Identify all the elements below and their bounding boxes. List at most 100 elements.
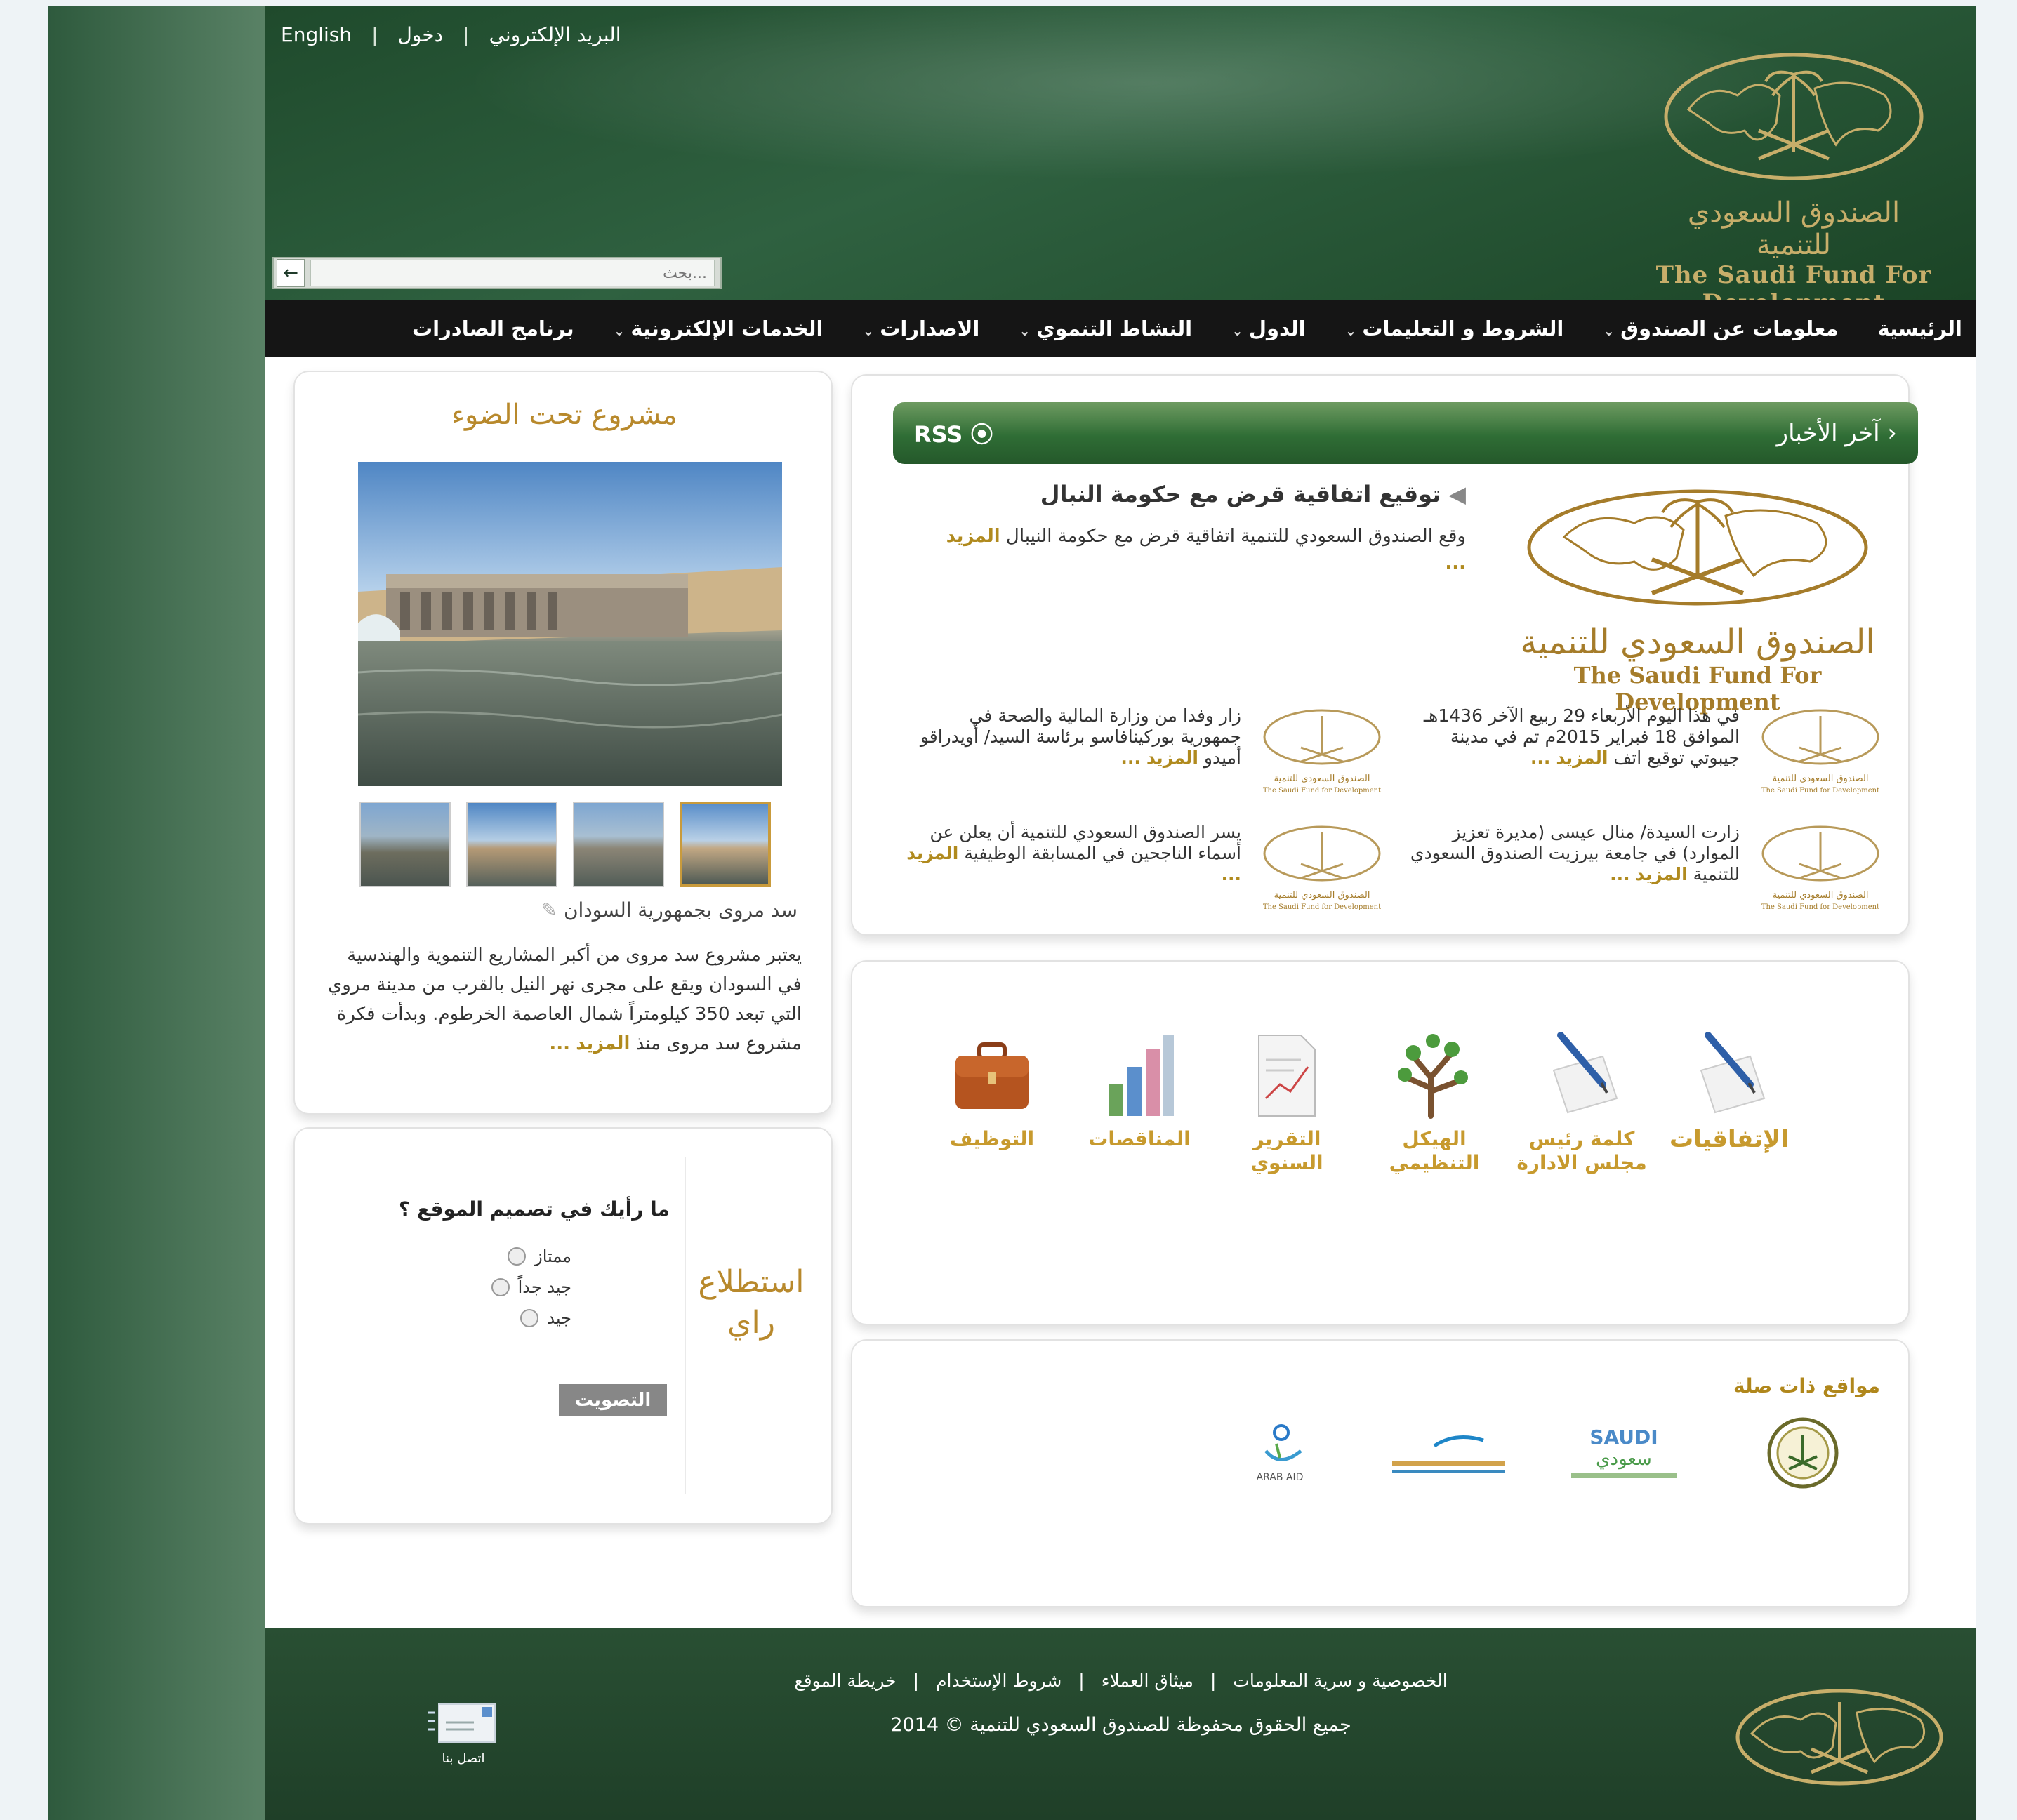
related-site-ministry[interactable] <box>1761 1411 1845 1495</box>
more-link[interactable]: المزيد <box>906 843 958 863</box>
quick-link-label: كلمة رئيس مجلس الادارة <box>1516 1127 1647 1174</box>
quick-link-org-structure[interactable]: الهيكل التنظيمي <box>1368 1025 1501 1175</box>
arrow-left-icon: ← <box>283 263 298 284</box>
more-link[interactable]: المزيد <box>1636 864 1688 884</box>
radio-button[interactable] <box>520 1309 539 1327</box>
news-thumbnail[interactable]: الصندوق السعودي للتنمية The Saudi Fund f… <box>1255 705 1389 804</box>
footer-link-customer-charter[interactable]: ميثاق العملاء <box>1102 1670 1193 1691</box>
main-nav: الرئيسية معلومات عن الصندوق ⌄ الشروط و ال… <box>265 300 1976 357</box>
more-link[interactable]: المزيد <box>1556 748 1608 768</box>
login-link[interactable]: دخول <box>398 23 444 46</box>
radio-button[interactable] <box>508 1247 527 1266</box>
related-site-saudi-gov[interactable]: SAUDI سعودي <box>1557 1411 1691 1495</box>
main-news-image[interactable]: الصندوق السعودي للتنمية The Saudi Fund F… <box>1515 481 1880 715</box>
nav-item-publications[interactable]: الاصدارات ⌄ <box>863 317 980 340</box>
spotlight-panel: مشروع تحت الضوء سد مروى بجمهورية السودان… <box>293 371 833 1115</box>
quick-link-label: التوظيف <box>949 1127 1035 1150</box>
separator: | <box>913 1670 920 1691</box>
thumb-logo-english: The Saudi Fund for Development <box>1263 787 1381 795</box>
pen-paper-icon <box>1662 1025 1796 1123</box>
arab-aid-logo-icon <box>1264 1424 1302 1461</box>
related-site-egov-program[interactable] <box>1382 1411 1515 1495</box>
ellipsis: ... <box>1530 748 1551 768</box>
poll-title: استطلاع راي <box>698 1264 805 1341</box>
logo-arabic: الصندوق السعودي للتنمية <box>1520 623 1875 662</box>
quick-link-agreements[interactable]: الإتفاقيات <box>1662 1025 1796 1151</box>
footer-link-sitemap[interactable]: خريطة الموقع <box>794 1670 896 1691</box>
nav-item-terms[interactable]: الشروط و التعليمات ⌄ <box>1345 317 1564 340</box>
chevron-left-icon: ‹ <box>1879 419 1897 447</box>
thumb-logo-arabic: الصندوق السعودي للتنمية <box>1773 890 1869 901</box>
nav-item-activity[interactable]: النشاط التنموي ⌄ <box>1019 317 1192 340</box>
search-input[interactable] <box>310 260 715 286</box>
spotlight-thumbnail[interactable] <box>466 802 557 887</box>
logo-arabic: الصندوق السعودي للتنمية <box>1687 197 1900 261</box>
news-header-bar: RSS ⦿ ‹ آخر الأخبار <box>893 402 1918 464</box>
chevron-down-icon: ⌄ <box>1019 322 1031 339</box>
nav-item-exports[interactable]: برنامج الصادرات <box>412 317 574 340</box>
spotlight-thumbnail[interactable] <box>359 802 451 887</box>
spotlight-main-photo[interactable] <box>358 462 782 786</box>
radio-button[interactable] <box>491 1278 510 1296</box>
site-header: English | دخول | البريد الإلكتروني ← الص… <box>265 6 1976 300</box>
summary-text: وقع الصندوق السعودي للتنمية اتفاقية قرض … <box>1005 526 1466 547</box>
quick-link-careers[interactable]: التوظيف <box>925 1025 1059 1151</box>
related-site-arab-aid[interactable]: ARAB AID <box>1213 1411 1347 1495</box>
globe-emblem-icon <box>1527 489 1868 606</box>
news-item: الصندوق السعودي للتنمية The Saudi Fund f… <box>1396 705 1887 811</box>
poll-option[interactable]: جيد جداً <box>491 1277 571 1297</box>
more-link[interactable]: المزيد <box>946 526 1000 547</box>
search-go-button[interactable]: ← <box>277 259 305 287</box>
news-thumbnail[interactable]: الصندوق السعودي للتنمية The Saudi Fund f… <box>1754 705 1887 804</box>
nav-item-countries[interactable]: الدول ⌄ <box>1231 317 1306 340</box>
rss-link[interactable]: RSS ⦿ <box>914 417 993 449</box>
quick-link-chairman-speech[interactable]: كلمة رئيس مجلس الادارة <box>1515 1025 1648 1175</box>
nav-label: الدول <box>1248 317 1306 340</box>
nav-label: الشروط و التعليمات <box>1362 317 1564 340</box>
nav-item-about[interactable]: معلومات عن الصندوق ⌄ <box>1603 317 1838 340</box>
page: English | دخول | البريد الإلكتروني ← الص… <box>265 6 1976 1820</box>
top-links: English | دخول | البريد الإلكتروني <box>281 17 621 52</box>
copyright: جميع الحقوق محفوظة للصندوق السعودي للتنم… <box>890 1714 1351 1736</box>
quick-link-tenders[interactable]: المناقصات <box>1073 1025 1206 1151</box>
spotlight-title: مشروع تحت الضوء <box>451 399 677 431</box>
site-logo[interactable]: الصندوق السعودي للتنمية The Saudi Fund F… <box>1653 46 1934 300</box>
footer-link-privacy[interactable]: الخصوصية و سرية المعلومات <box>1233 1670 1447 1691</box>
globe-emblem-icon: الصندوق السعودي للتنمية The Saudi Fund f… <box>1761 709 1879 795</box>
news-item: الصندوق السعودي للتنمية The Saudi Fund f… <box>897 705 1389 811</box>
globe-emblem-icon <box>1664 53 1924 180</box>
news-thumbnail[interactable]: الصندوق السعودي للتنمية The Saudi Fund f… <box>1754 822 1887 920</box>
divider <box>685 1157 686 1494</box>
news-thumbnail[interactable]: الصندوق السعودي للتنمية The Saudi Fund f… <box>1255 822 1389 920</box>
saudi-gov-logo: SAUDI سعودي <box>1571 1426 1677 1481</box>
quick-link-annual-report[interactable]: التقرير السنوي <box>1220 1025 1354 1175</box>
contact-us-link[interactable]: اتصل بنا <box>421 1699 505 1766</box>
spotlight-thumbnail-selected[interactable] <box>680 802 771 887</box>
more-link[interactable]: المزيد <box>576 1033 630 1054</box>
arab-aid-logo: ARAB AID <box>1224 1423 1336 1483</box>
quick-link-label: الهيكل التنظيمي <box>1389 1127 1480 1174</box>
spotlight-thumbnail[interactable] <box>573 802 664 887</box>
footer-link-terms[interactable]: شروط الإستخدام <box>936 1670 1062 1691</box>
news-title[interactable]: ‹ آخر الأخبار <box>1777 419 1897 447</box>
footer-logo <box>1731 1685 1948 1793</box>
more-link[interactable]: المزيد <box>1146 748 1198 768</box>
main-news-summary: وقع الصندوق السعودي للتنمية اتفاقية قرض … <box>890 523 1466 576</box>
globe-emblem-icon: الصندوق السعودي للتنمية The Saudi Fund f… <box>1761 825 1879 911</box>
bar-chart-icon <box>1073 1025 1206 1123</box>
nav-item-home[interactable]: الرئيسية <box>1877 317 1962 340</box>
nav-item-eservices[interactable]: الخدمات الإلكترونية⌄ <box>614 317 824 340</box>
english-link[interactable]: English <box>281 23 352 46</box>
vote-button[interactable]: التصويت <box>559 1384 667 1416</box>
thumb-logo-arabic: الصندوق السعودي للتنمية <box>1274 773 1370 784</box>
poll-option[interactable]: ممتاز <box>508 1247 571 1266</box>
news-panel: RSS ⦿ ‹ آخر الأخبار الصندوق السعودي للتن… <box>851 374 1918 936</box>
nav-label: الخدمات الإلكترونية <box>630 317 824 340</box>
poll-option[interactable]: جيد <box>520 1308 571 1328</box>
main-news-headline[interactable]: ◀ توقيع اتفاقية قرض مع حكومة النبال <box>890 481 1466 507</box>
ellipsis: ... <box>1445 552 1466 573</box>
chevron-down-icon: ⌄ <box>1603 322 1615 339</box>
ellipsis: ... <box>1221 864 1242 884</box>
saudi-logo-arabic: سعودي <box>1596 1448 1652 1470</box>
email-link[interactable]: البريد الإلكتروني <box>489 23 621 46</box>
